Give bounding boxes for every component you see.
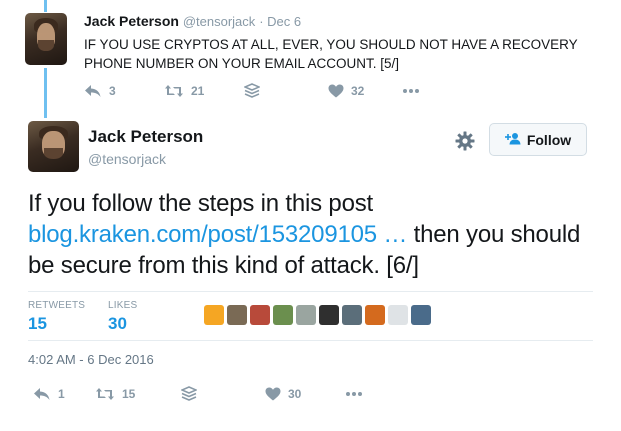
previous-tweet-header: Jack Peterson @tensorjack · Dec 6	[84, 13, 301, 29]
author-handle[interactable]: @tensorjack	[183, 14, 255, 29]
liker-avatar[interactable]	[273, 305, 293, 325]
like-count: 30	[288, 386, 302, 401]
more-button[interactable]	[345, 391, 363, 397]
liker-avatar[interactable]	[411, 305, 431, 325]
reply-icon	[33, 387, 51, 401]
thread-line-bottom	[44, 68, 47, 118]
tweet-timestamp: 4:02 AM - 6 Dec 2016	[28, 352, 154, 367]
buffer-icon	[181, 386, 197, 401]
thread-line-top	[44, 0, 47, 12]
retweet-count: 21	[191, 83, 205, 98]
avatar[interactable]	[28, 121, 79, 172]
liker-avatars	[204, 305, 434, 325]
liker-avatar[interactable]	[296, 305, 316, 325]
buffer-icon	[244, 83, 260, 98]
follow-button[interactable]: Follow	[489, 123, 587, 156]
like-button[interactable]: 32	[328, 84, 402, 98]
liker-avatar[interactable]	[365, 305, 385, 325]
tweet-text: If you follow the steps in this post blo…	[28, 188, 608, 281]
retweet-icon	[164, 84, 184, 98]
retweet-icon	[95, 387, 115, 401]
more-icon	[402, 88, 420, 94]
reply-count: 3	[109, 83, 116, 98]
previous-tweet-text: IF YOU USE CRYPTOS AT ALL, EVER, YOU SHO…	[84, 37, 578, 71]
divider	[28, 340, 593, 341]
like-count: 32	[351, 83, 365, 98]
retweet-count: 15	[122, 386, 136, 401]
author-name[interactable]: Jack Peterson	[84, 13, 179, 29]
liker-avatar[interactable]	[227, 305, 247, 325]
tweet-date[interactable]: · Dec 6	[259, 14, 301, 29]
divider	[28, 291, 593, 292]
follow-label: Follow	[526, 131, 572, 148]
buffer-button[interactable]	[244, 83, 328, 98]
author-name[interactable]: Jack Peterson	[88, 127, 203, 147]
previous-tweet-actions: 3 21 32	[84, 83, 420, 98]
retweets-label: RETWEETS	[28, 300, 86, 311]
avatar[interactable]	[25, 13, 67, 65]
reply-button[interactable]: 3	[84, 84, 164, 98]
heart-icon	[328, 84, 344, 98]
tweet-link[interactable]: blog.kraken.com/post/153209105 …	[28, 221, 407, 248]
likes-label: LIKES	[108, 300, 138, 311]
liker-avatar[interactable]	[319, 305, 339, 325]
buffer-button[interactable]	[181, 386, 265, 401]
heart-icon	[265, 387, 281, 401]
follow-person-icon	[504, 132, 521, 148]
author-handle[interactable]: @tensorjack	[88, 151, 166, 167]
likes-count[interactable]: 30	[108, 314, 127, 334]
liker-avatar[interactable]	[388, 305, 408, 325]
tweet-text-start: If you follow the steps in this post	[28, 190, 373, 217]
like-button[interactable]: 30	[265, 387, 345, 401]
gear-icon[interactable]	[455, 131, 475, 156]
retweet-button[interactable]: 21	[164, 84, 244, 98]
liker-avatar[interactable]	[342, 305, 362, 325]
tweet-actions: 1 15 30	[33, 386, 363, 401]
liker-avatar[interactable]	[204, 305, 224, 325]
more-button[interactable]	[402, 88, 420, 94]
retweets-count[interactable]: 15	[28, 314, 47, 334]
reply-icon	[84, 84, 102, 98]
reply-count: 1	[58, 386, 65, 401]
retweet-button[interactable]: 15	[95, 387, 181, 401]
liker-avatar[interactable]	[250, 305, 270, 325]
more-icon	[345, 391, 363, 397]
reply-button[interactable]: 1	[33, 387, 95, 401]
